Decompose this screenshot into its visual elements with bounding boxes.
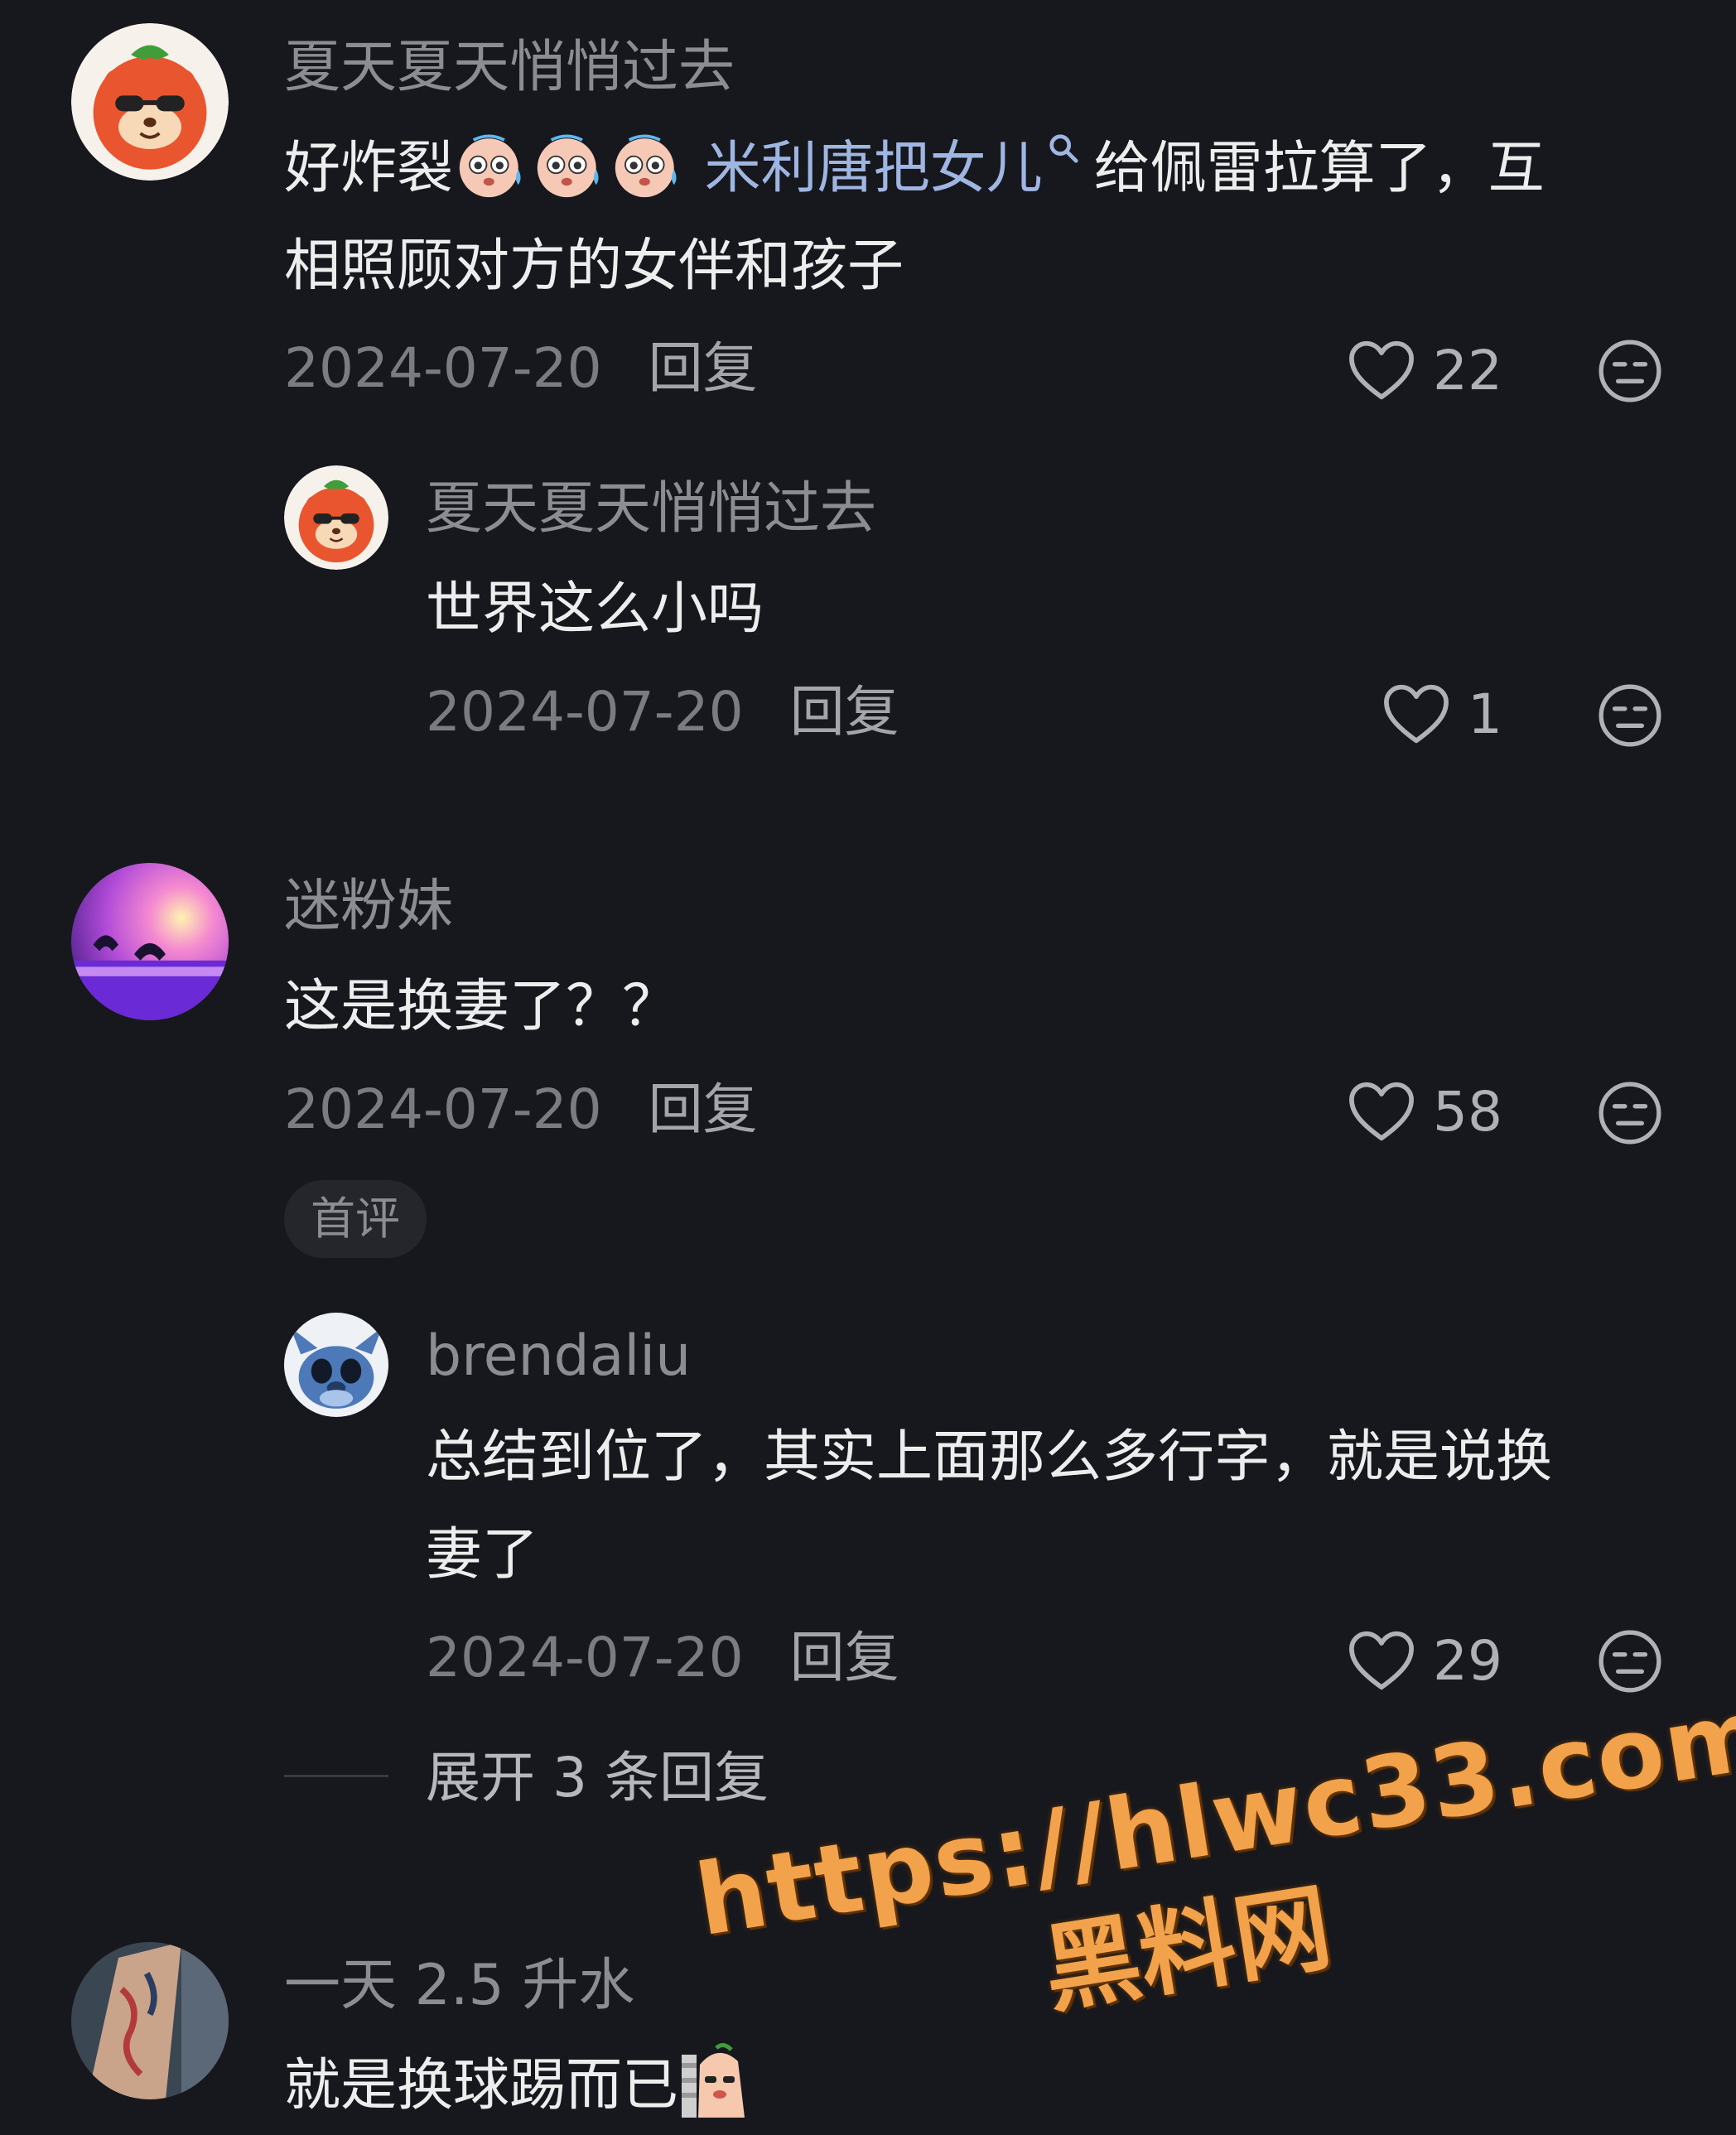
- search-icon[interactable]: [1048, 133, 1079, 164]
- comment-text-segment: 好炸裂: [284, 136, 454, 201]
- heart-icon: [1349, 340, 1414, 400]
- like-count: 58: [1433, 1079, 1502, 1144]
- heart-icon: [1384, 684, 1449, 744]
- sweat-face-emoji: [453, 129, 531, 199]
- watermark: https://hlwc33.com 黑料网: [687, 1675, 1736, 2118]
- reply-button[interactable]: 回复: [790, 1626, 899, 1689]
- comment-meta: 2024-07-20 回复: [426, 1625, 899, 1691]
- avatar-tattoo-arm[interactable]: [71, 1942, 229, 2099]
- sweat-face-emoji: [531, 129, 609, 199]
- sweat-face-emoji: [609, 129, 687, 199]
- comment-text-line: 好炸裂 米利唐把女儿 给佩雷拉算了，互: [284, 120, 1545, 218]
- expand-divider: [284, 1775, 388, 1777]
- comment-date: 2024-07-20: [426, 680, 744, 744]
- like-count: 22: [1433, 338, 1502, 402]
- reply-button[interactable]: 回复: [790, 680, 899, 744]
- search-link[interactable]: 米利唐把女儿: [705, 136, 1043, 201]
- comment-date: 2024-07-20: [284, 336, 602, 400]
- comment-text-line: 相照顾对方的女伴和孩子: [284, 234, 904, 299]
- like-button[interactable]: 29: [1347, 1623, 1502, 1698]
- reply-button[interactable]: 回复: [649, 1077, 758, 1141]
- comment-date: 2024-07-20: [426, 1626, 744, 1689]
- heart-icon: [1349, 1631, 1414, 1690]
- dislike-icon[interactable]: [1596, 682, 1664, 749]
- like-count: 29: [1433, 1628, 1502, 1693]
- comment-text-line: 总结到位了，其实上面那么多行字，就是说换: [426, 1424, 1553, 1490]
- dislike-icon[interactable]: [1596, 337, 1664, 405]
- comment-username[interactable]: brendaliu: [426, 1323, 691, 1390]
- avatar-stitch[interactable]: [284, 1313, 388, 1417]
- comment-meta: 2024-07-20 回复: [284, 335, 758, 402]
- comment-text-line: 妻了: [426, 1522, 539, 1588]
- heart-icon: [1349, 1082, 1414, 1141]
- like-button[interactable]: 1: [1382, 677, 1502, 751]
- avatar-dolphin-sunset[interactable]: [71, 863, 229, 1020]
- comment-meta: 2024-07-20 回复: [426, 679, 899, 745]
- comment-text: 这是换妻了？？: [284, 974, 679, 1039]
- avatar-tomato-bear[interactable]: [284, 465, 388, 570]
- avatar-tomato-bear[interactable]: [71, 23, 229, 181]
- comment-username[interactable]: 夏天夏天悄悄过去: [284, 35, 735, 101]
- comment-username[interactable]: 夏天夏天悄悄过去: [426, 476, 876, 542]
- like-button[interactable]: 58: [1347, 1074, 1502, 1149]
- comment-date: 2024-07-20: [284, 1077, 602, 1141]
- comment-text: 世界这么小吗: [426, 576, 764, 642]
- expand-replies-button[interactable]: 展开 3 条回复: [426, 1745, 769, 1811]
- comment-meta: 2024-07-20 回复: [284, 1077, 758, 1143]
- comment-text: 就是换球踢而已: [284, 2053, 679, 2118]
- first-comment-badge: 首评: [284, 1180, 427, 1258]
- dislike-icon[interactable]: [1596, 1079, 1664, 1147]
- comment-text-line: 就是换球踢而已: [284, 2037, 755, 2135]
- like-count: 1: [1468, 682, 1502, 746]
- reply-button[interactable]: 回复: [649, 336, 758, 400]
- dislike-icon[interactable]: [1596, 1627, 1664, 1695]
- comment-text-segment: 给佩雷拉算了，互: [1093, 136, 1545, 201]
- like-button[interactable]: 22: [1347, 333, 1502, 407]
- comment-username[interactable]: 一天 2.5 升水: [284, 1953, 634, 2019]
- comment-username[interactable]: 迷粉妹: [284, 874, 453, 940]
